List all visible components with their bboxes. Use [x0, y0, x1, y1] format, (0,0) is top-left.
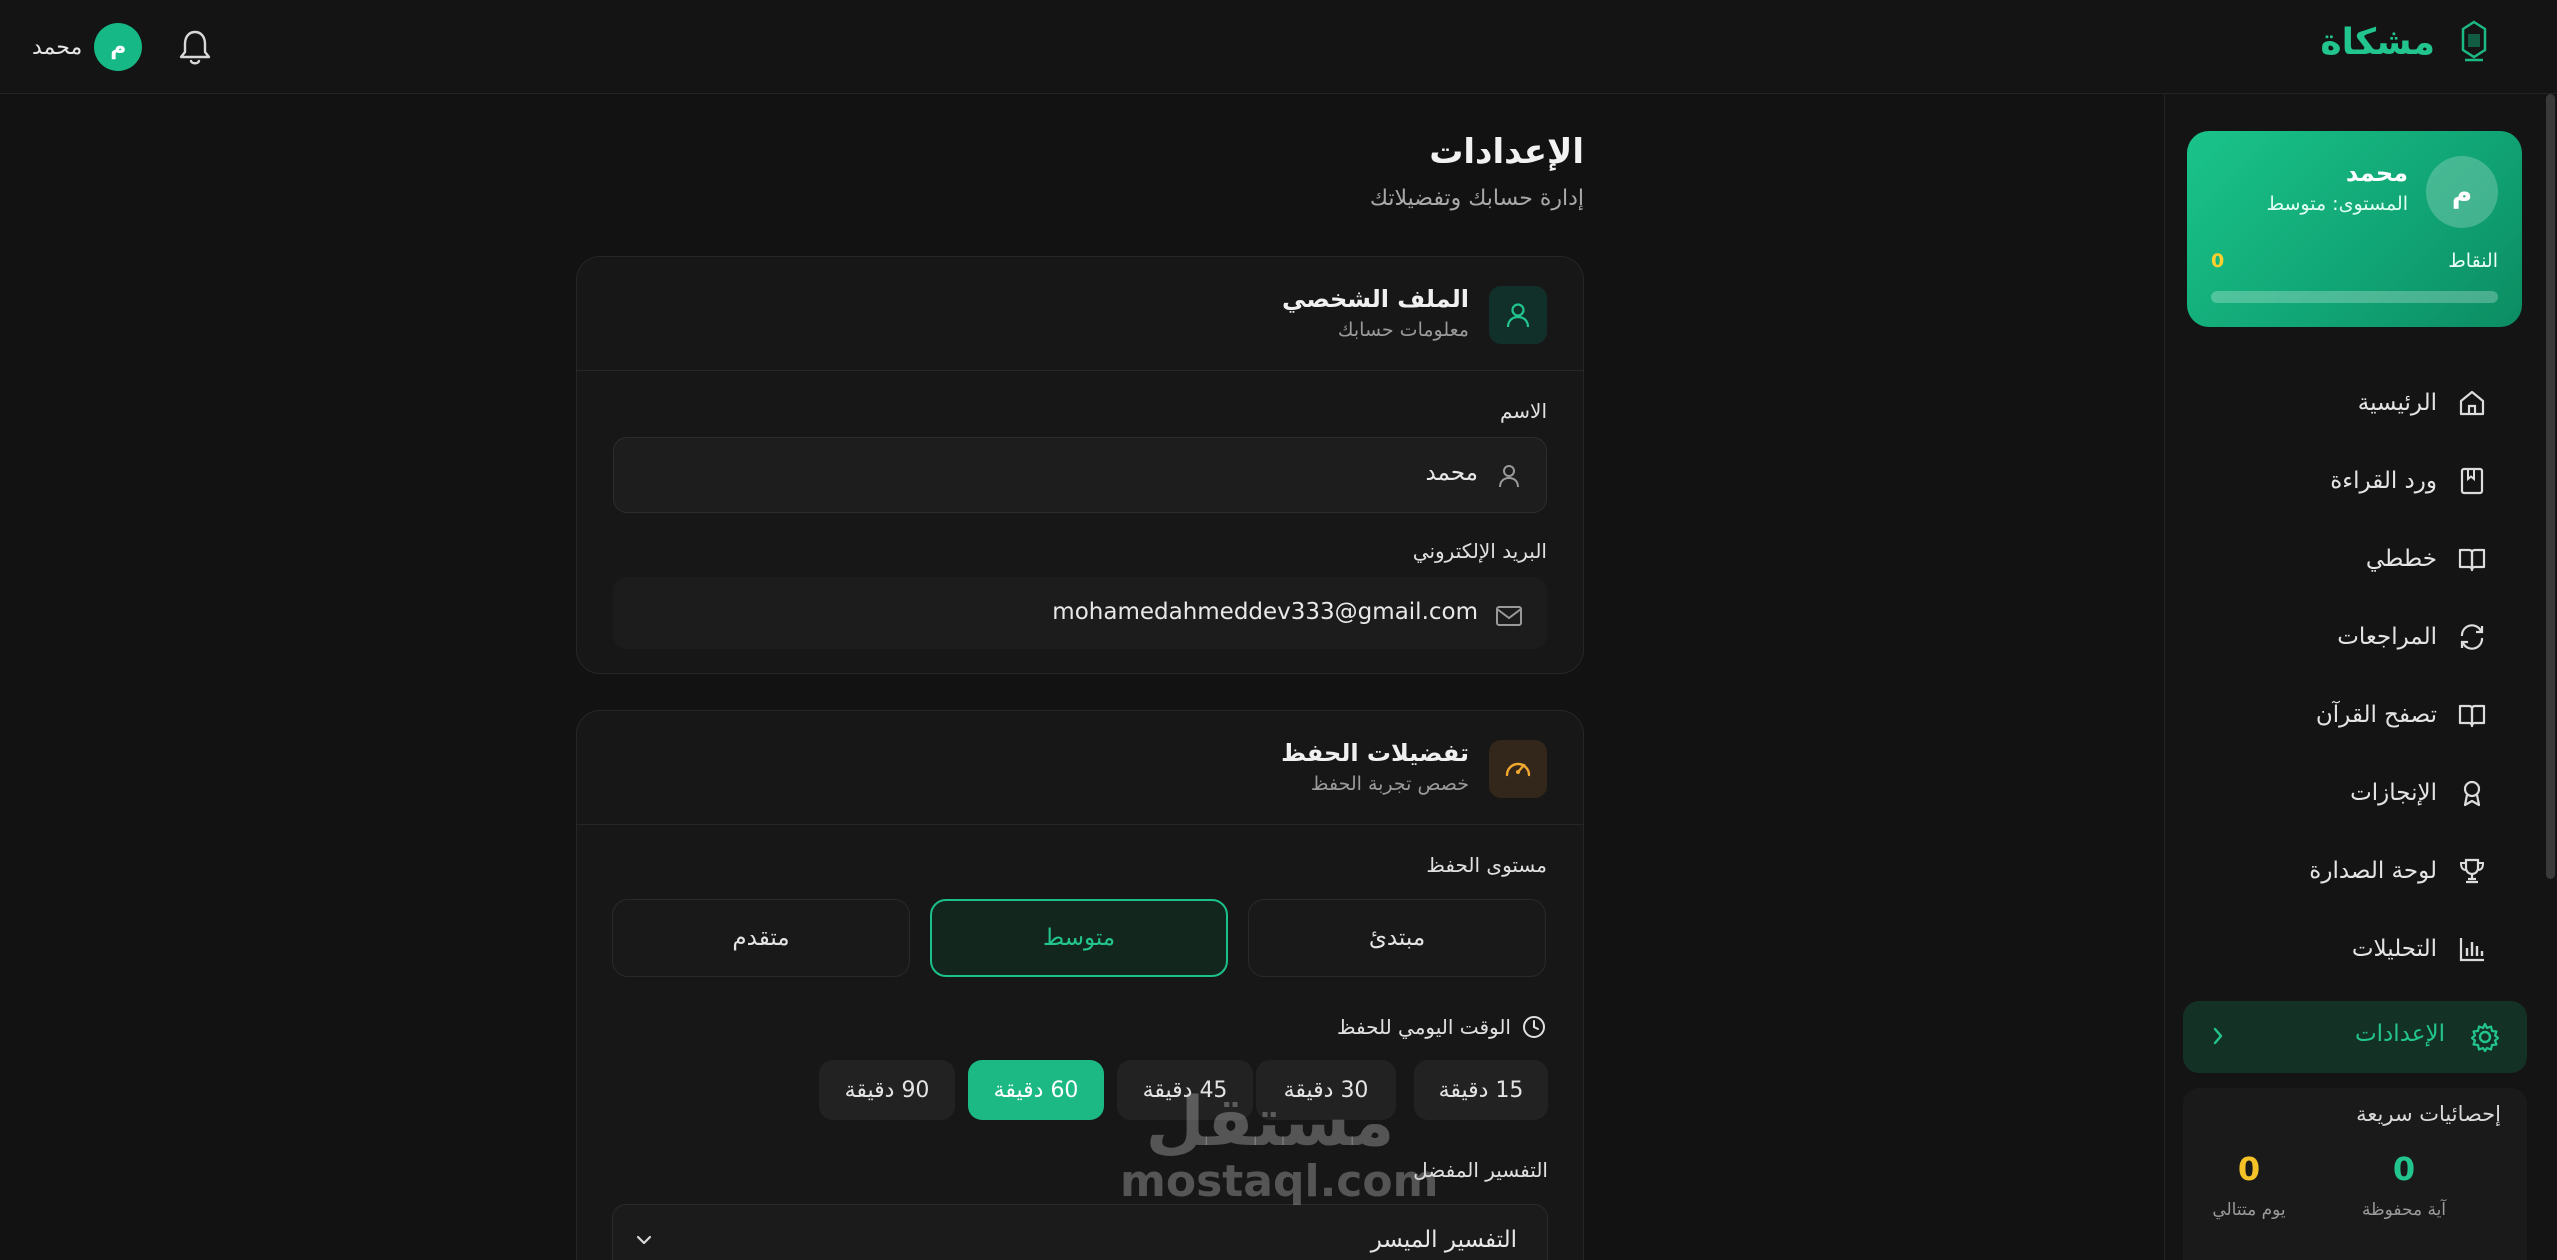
card-title: تفضيلات الحفظ	[1281, 739, 1469, 767]
name-field[interactable]: محمد	[613, 437, 1547, 513]
watermark: مستقل mostaql.com	[1120, 1083, 1439, 1207]
time-chip-15[interactable]: 15 دقيقة	[1414, 1060, 1548, 1120]
sidebar-item-label: لوحة الصدارة	[2309, 858, 2437, 884]
memorized-verses-value: 0	[2392, 1150, 2416, 1188]
points-progress-bar	[2211, 291, 2498, 303]
tafsir-select[interactable]: التفسير الميسر	[612, 1204, 1548, 1260]
sidebar-item-achievements[interactable]: الإنجازات	[2164, 754, 2557, 832]
level-advanced-button[interactable]: متقدم	[612, 899, 910, 977]
email-label: البريد الإلكتروني	[1412, 539, 1547, 563]
name-label: الاسم	[1499, 399, 1547, 423]
level-beginner-button[interactable]: مبتدئ	[1248, 899, 1546, 977]
sidebar-item-label: المراجعات	[2337, 624, 2437, 650]
profile-name: محمد	[2345, 159, 2408, 187]
card-subtitle: خصص تجربة الحفظ	[1310, 773, 1469, 795]
brand-name: مشكاة	[2320, 21, 2435, 63]
sidebar-item-label: الرئيسية	[2357, 390, 2437, 416]
chevron-left-icon	[2213, 1027, 2223, 1045]
sidebar-item-browse-quran[interactable]: تصفح القرآن	[2164, 676, 2557, 754]
mail-icon	[1496, 606, 1522, 626]
user-menu[interactable]: محمد م	[32, 23, 143, 71]
tafsir-selected-value: التفسير الميسر	[1370, 1227, 1517, 1253]
pref-card-icon-box	[1489, 740, 1547, 798]
home-icon	[2459, 390, 2485, 416]
trophy-icon	[2459, 858, 2485, 884]
sidebar-item-settings[interactable]: الإعدادات	[2183, 1001, 2527, 1073]
time-chip-60[interactable]: 60 دقيقة	[968, 1060, 1104, 1120]
bookmark-book-icon	[2460, 467, 2484, 495]
quick-stats-title: إحصائيات سريعة	[2356, 1102, 2501, 1126]
page-title: الإعدادات	[1429, 132, 1584, 172]
sidebar-nav: الرئيسية ورد القراءة خططي المراجعات تصفح…	[2164, 364, 2557, 988]
card-header: الملف الشخصي معلومات حسابك	[577, 257, 1583, 371]
page-subtitle: إدارة حسابك وتفضيلاتك	[1369, 186, 1584, 211]
profile-level: المستوى: متوسط	[2266, 193, 2408, 215]
avatar: م	[94, 23, 143, 71]
streak-days-label: يوم متتالي	[2212, 1200, 2286, 1220]
refresh-icon	[2460, 624, 2484, 650]
points-label: النقاط	[2448, 250, 2498, 272]
daily-time-label-row: الوقت اليومي للحفظ	[1337, 1014, 1547, 1040]
sidebar-item-label: التحليلات	[2351, 936, 2437, 962]
notification-bell-icon[interactable]	[178, 28, 212, 66]
profile-settings-card: الملف الشخصي معلومات حسابك الاسم محمد ال…	[576, 256, 1584, 674]
time-chip-90[interactable]: 90 دقيقة	[819, 1060, 955, 1120]
points-value: 0	[2211, 250, 2225, 272]
sidebar-item-analytics[interactable]: التحليلات	[2164, 910, 2557, 988]
sidebar-item-label: الإعدادات	[2355, 1021, 2445, 1047]
profile-summary-card: م محمد المستوى: متوسط النقاط 0	[2187, 131, 2522, 327]
open-book-icon	[2458, 704, 2486, 728]
user-icon	[1499, 465, 1519, 488]
user-name: محمد	[32, 34, 83, 60]
level-intermediate-button[interactable]: متوسط	[930, 899, 1228, 977]
sidebar-item-label: ورد القراءة	[2330, 468, 2437, 494]
name-value: محمد	[1425, 460, 1478, 486]
streak-days-value: 0	[2237, 1150, 2261, 1188]
lantern-logo-icon	[2461, 20, 2487, 62]
watermark-logo-text: مستقل	[1145, 1083, 1395, 1162]
profile-card-icon-box	[1489, 286, 1547, 344]
sidebar-item-reviews[interactable]: المراجعات	[2164, 598, 2557, 676]
top-bar: مشكاة محمد م	[0, 0, 2557, 94]
sidebar-item-home[interactable]: الرئيسية	[2164, 364, 2557, 442]
user-icon	[1506, 303, 1530, 328]
quick-stats-panel: إحصائيات سريعة 0 آية محفوظة 0 يوم متتالي	[2183, 1088, 2527, 1260]
bar-chart-icon	[2459, 938, 2484, 962]
clock-icon	[1523, 1016, 1545, 1038]
watermark-url: mostaql.com	[1120, 1156, 1439, 1207]
profile-avatar: م	[2426, 156, 2498, 228]
chevron-down-icon	[636, 1235, 652, 1245]
card-title: الملف الشخصي	[1282, 285, 1469, 313]
sidebar: م محمد المستوى: متوسط النقاط 0 الرئيسية …	[2164, 94, 2557, 1260]
award-icon	[2463, 780, 2481, 807]
brand[interactable]: مشكاة	[2320, 20, 2491, 64]
daily-time-label: الوقت اليومي للحفظ	[1336, 1015, 1511, 1039]
card-subtitle: معلومات حسابك	[1337, 319, 1469, 341]
sidebar-item-leaderboard[interactable]: لوحة الصدارة	[2164, 832, 2557, 910]
open-book-icon	[2458, 548, 2486, 572]
memorization-level-label: مستوى الحفظ	[1426, 853, 1547, 877]
email-field[interactable]: mohamedahmeddev333@gmail.com	[613, 577, 1547, 649]
gear-icon	[2470, 1022, 2500, 1053]
sidebar-item-label: تصفح القرآن	[2315, 702, 2437, 728]
sidebar-item-plans[interactable]: خططي	[2164, 520, 2557, 598]
sidebar-item-reading[interactable]: ورد القراءة	[2164, 442, 2557, 520]
gauge-icon	[1505, 762, 1531, 777]
sidebar-item-label: الإنجازات	[2350, 780, 2437, 806]
card-header: تفضيلات الحفظ خصص تجربة الحفظ	[577, 711, 1583, 825]
sidebar-item-label: خططي	[2365, 546, 2437, 572]
email-value: mohamedahmeddev333@gmail.com	[1052, 599, 1478, 625]
memorized-verses-label: آية محفوظة	[2361, 1200, 2447, 1220]
